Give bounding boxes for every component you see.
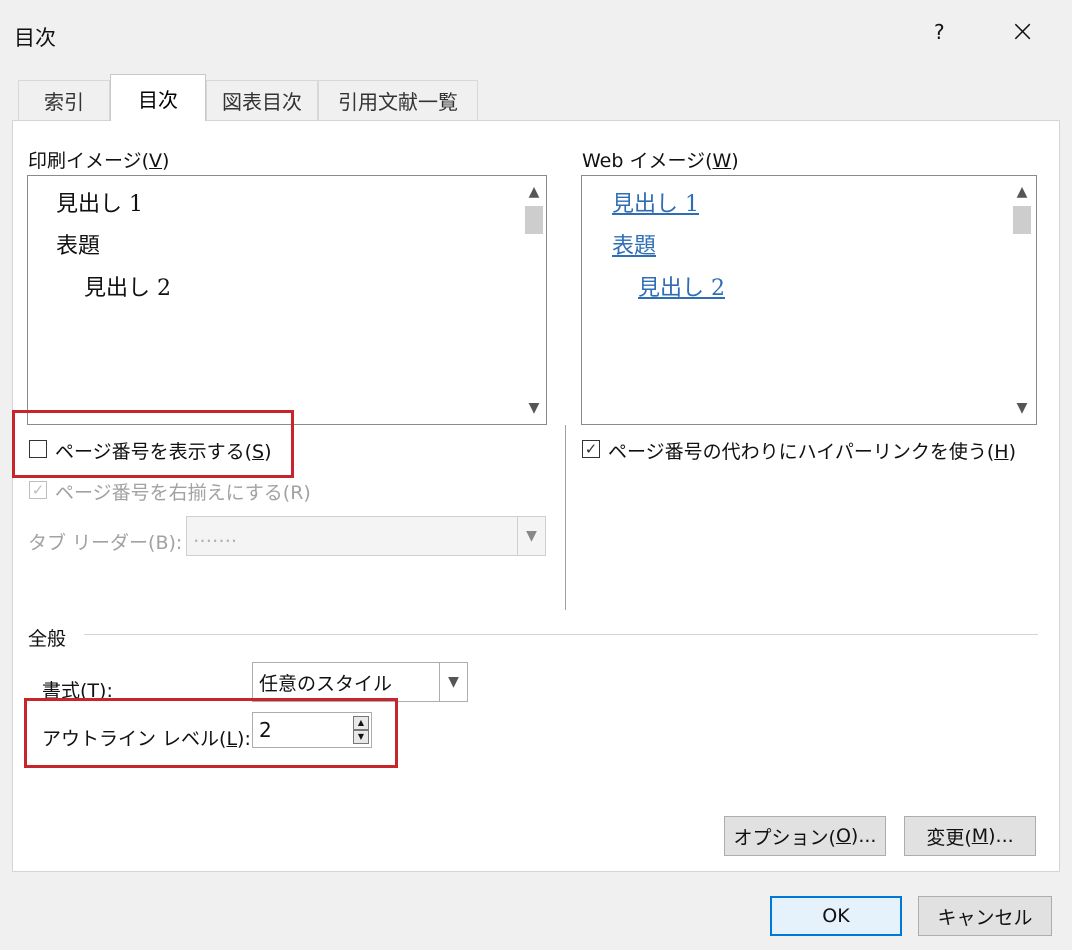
right-align-checkbox-icon: ✓ [29, 481, 47, 499]
web-preview-heading2-link[interactable]: 見出し 2 [638, 270, 725, 302]
scroll-down-icon[interactable]: ▼ [1010, 396, 1034, 420]
ok-button[interactable]: OK [770, 896, 902, 936]
highlight-show-page-numbers [12, 410, 294, 478]
dialog-title: 目次 [14, 26, 56, 50]
tab-leader-select: ……. ▼ [186, 516, 546, 556]
chevron-down-icon: ▼ [517, 517, 545, 555]
web-preview-title-link[interactable]: 表題 [612, 228, 656, 260]
general-separator [84, 634, 1038, 635]
hyperlink-checkbox-icon[interactable]: ✓ [582, 440, 600, 458]
print-preview-box: 見出し 1 表題 見出し 2 ▲ ▼ [27, 175, 547, 425]
scroll-up-icon[interactable]: ▲ [1010, 180, 1034, 204]
column-divider [565, 425, 566, 610]
web-preview-label: Web イメージ(W) [582, 150, 739, 172]
modify-button[interactable]: 変更(M)... [904, 816, 1036, 856]
tab-leader-label: タブ リーダー(B): [28, 532, 183, 554]
tab-table-of-figures[interactable]: 図表目次 [206, 80, 318, 120]
right-align-label: ページ番号を右揃えにする(R) [55, 482, 311, 504]
scroll-thumb[interactable] [525, 206, 543, 234]
web-preview-heading1-link[interactable]: 見出し 1 [612, 186, 699, 218]
tab-leader-value: ……. [193, 525, 238, 547]
chevron-down-icon[interactable]: ▼ [439, 663, 467, 701]
format-value: 任意のスタイル [259, 672, 393, 695]
tab-toc[interactable]: 目次 [110, 74, 206, 121]
format-select[interactable]: 任意のスタイル ▼ [252, 662, 468, 702]
hyperlink-label: ページ番号の代わりにハイパーリンクを使う(H) [608, 441, 1016, 463]
print-preview-scrollbar[interactable]: ▲ ▼ [522, 176, 546, 424]
highlight-outline-level [24, 698, 398, 768]
cancel-button[interactable]: キャンセル [918, 896, 1052, 936]
options-button[interactable]: オプション(O)... [724, 816, 886, 856]
print-preview-heading1: 見出し 1 [56, 192, 143, 217]
scroll-thumb[interactable] [1013, 206, 1031, 234]
print-preview-heading2: 見出し 2 [84, 276, 171, 301]
tab-table-of-authorities[interactable]: 引用文献一覧 [318, 80, 478, 120]
web-preview-scrollbar[interactable]: ▲ ▼ [1010, 176, 1034, 424]
scroll-up-icon[interactable]: ▲ [522, 180, 546, 204]
help-button[interactable]: ? [934, 20, 945, 44]
scroll-down-icon[interactable]: ▼ [522, 396, 546, 420]
print-preview-title: 表題 [56, 234, 101, 259]
close-button[interactable]: × [1010, 14, 1035, 49]
tab-index[interactable]: 索引 [18, 80, 110, 120]
general-heading: 全般 [28, 628, 67, 650]
print-preview-label: 印刷イメージ(V) [28, 150, 170, 172]
web-preview-box: 見出し 1 表題 見出し 2 ▲ ▼ [581, 175, 1037, 425]
